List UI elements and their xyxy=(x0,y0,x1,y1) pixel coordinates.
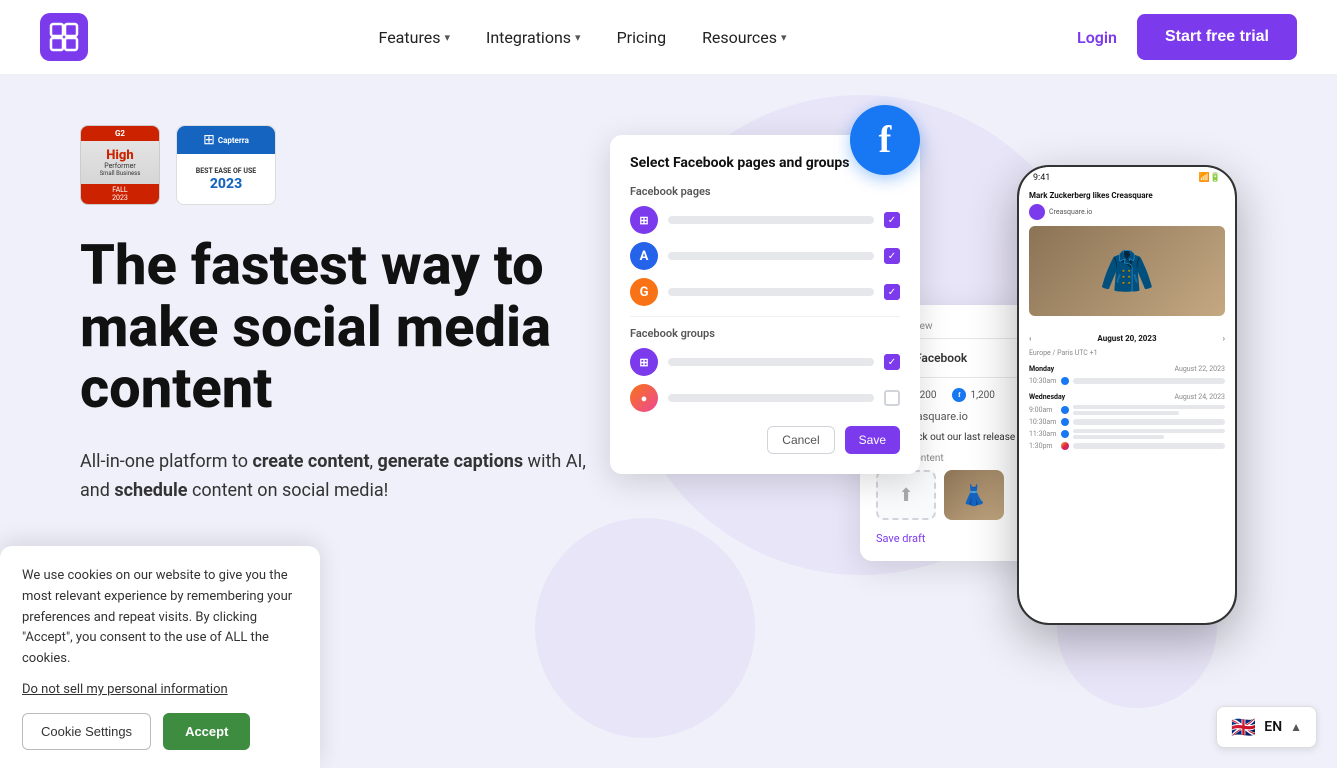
logo[interactable] xyxy=(40,13,88,61)
fb-dot-icon xyxy=(1061,377,1069,385)
calendar-day-wednesday: Wednesday August 24, 2023 9:00am xyxy=(1029,393,1225,450)
trust-badges: G2 High Performer Small Business FALL 20… xyxy=(80,125,600,205)
image-thumbnail: 👗 xyxy=(944,470,1004,520)
chevron-up-icon: ▲ xyxy=(1290,720,1302,734)
language-selector[interactable]: 🇬🇧 EN ▲ xyxy=(1216,706,1317,748)
wednesday-event-4: 1:30pm xyxy=(1029,442,1225,450)
fb-group-bar-1 xyxy=(668,358,874,366)
phone-user-avatar xyxy=(1029,204,1045,220)
language-code: EN xyxy=(1264,719,1282,735)
cookie-settings-button[interactable]: Cookie Settings xyxy=(22,713,151,750)
modal-actions: Cancel Save xyxy=(630,426,900,454)
facebook-pages-modal: Select Facebook pages and groups Faceboo… xyxy=(610,135,920,474)
facebook-icon-circle: f xyxy=(850,105,920,175)
monday-event-1: 10:30am xyxy=(1029,377,1225,385)
fb-dot-icon-4 xyxy=(1061,430,1069,438)
chevron-down-icon: ▾ xyxy=(575,31,581,44)
groups-section-label: Facebook groups xyxy=(630,327,900,340)
fb-page-row-1: ⊞ xyxy=(630,206,900,234)
cookie-text: We use cookies on our website to give yo… xyxy=(22,566,298,670)
fb-page-row-3: G xyxy=(630,278,900,306)
logo-icon xyxy=(40,13,88,61)
photo-icon: 🧥 xyxy=(1100,245,1155,297)
phone-statusbar: 9:41 📶🔋 xyxy=(1019,167,1235,185)
phone-screen: 9:41 📶🔋 Mark Zuckerberg likes Creasquare… xyxy=(1019,167,1235,623)
trial-button[interactable]: Start free trial xyxy=(1137,14,1297,60)
hero-left: G2 High Performer Small Business FALL 20… xyxy=(80,125,600,537)
timezone-label: Europe / Paris UTC +1 xyxy=(1029,349,1225,357)
phone-username: Creasquare.io xyxy=(1049,208,1092,216)
save-draft-button[interactable]: Save draft xyxy=(876,532,925,545)
capterra-badge: ⊞ Capterra BEST EASE OF USE 2023 xyxy=(176,125,276,205)
phone-calendar: ‹ August 20, 2023 › Europe / Paris UTC +… xyxy=(1019,328,1235,464)
platform-name: Facebook xyxy=(915,351,967,365)
flag-icon: 🇬🇧 xyxy=(1231,715,1256,739)
calendar-month: August 20, 2023 xyxy=(1097,334,1156,343)
fb-page-check-1[interactable] xyxy=(884,212,900,228)
comments-stat: f 1,200 xyxy=(952,388,994,402)
phone-mockup: 9:41 📶🔋 Mark Zuckerberg likes Creasquare… xyxy=(1017,165,1237,625)
g2-badge: G2 High Performer Small Business FALL 20… xyxy=(80,125,160,205)
nav-links: Features ▾ Integrations ▾ Pricing Resour… xyxy=(379,28,787,47)
phone-post-content: Mark Zuckerberg likes Creasquare Creasqu… xyxy=(1019,185,1235,328)
chevron-down-icon: ▾ xyxy=(781,31,787,44)
fb-group-row-2: ● xyxy=(630,384,900,412)
calendar-header: ‹ August 20, 2023 › xyxy=(1029,334,1225,343)
cookie-buttons: Cookie Settings Accept xyxy=(22,713,298,750)
nav-actions: Login Start free trial xyxy=(1077,14,1297,60)
calendar-day-monday: Monday August 22, 2023 10:30am xyxy=(1029,365,1225,385)
navbar: Features ▾ Integrations ▾ Pricing Resour… xyxy=(0,0,1337,75)
fb-page-check-3[interactable] xyxy=(884,284,900,300)
nav-resources[interactable]: Resources ▾ xyxy=(702,28,786,47)
fb-page-row-2: A xyxy=(630,242,900,270)
hero-subtitle: All-in-one platform to create content, g… xyxy=(80,448,600,506)
fb-group-check-1[interactable] xyxy=(884,354,900,370)
fb-page-check-2[interactable] xyxy=(884,248,900,264)
fb-page-bar-1 xyxy=(668,216,874,224)
fb-group-check-2[interactable] xyxy=(884,390,900,406)
upload-button[interactable]: ⬆ xyxy=(876,470,936,520)
wednesday-event-1: 9:00am xyxy=(1029,405,1225,415)
do-not-sell-link[interactable]: Do not sell my personal information xyxy=(22,682,298,697)
fb-page-avatar-2: A xyxy=(630,242,658,270)
fb-page-avatar-3: G xyxy=(630,278,658,306)
upload-icon: ⬆ xyxy=(898,485,913,506)
wednesday-event-2: 10:30am xyxy=(1029,418,1225,426)
nav-integrations[interactable]: Integrations ▾ xyxy=(486,28,581,47)
wednesday-event-3: 11:30am xyxy=(1029,429,1225,439)
hero-right: f Select Facebook pages and groups Faceb… xyxy=(600,125,1257,725)
cookie-accept-button[interactable]: Accept xyxy=(163,713,250,750)
fb-page-avatar-1: ⊞ xyxy=(630,206,658,234)
save-button[interactable]: Save xyxy=(845,426,900,454)
phone-user-row: Creasquare.io xyxy=(1029,204,1225,220)
chevron-down-icon: ▾ xyxy=(444,31,450,44)
phone-post-image: 🧥 xyxy=(1029,226,1225,316)
nav-pricing[interactable]: Pricing xyxy=(617,28,667,47)
hero-title: The fastest way to make social media con… xyxy=(80,235,600,420)
fb-group-row-1: ⊞ xyxy=(630,348,900,376)
nav-features[interactable]: Features ▾ xyxy=(379,28,450,47)
login-button[interactable]: Login xyxy=(1077,28,1117,47)
fb-page-bar-2 xyxy=(668,252,874,260)
fb-icon-2: f xyxy=(952,388,966,402)
fb-page-bar-3 xyxy=(668,288,874,296)
pages-section-label: Facebook pages xyxy=(630,185,900,198)
fb-dot-icon-2 xyxy=(1061,406,1069,414)
cookie-banner: We use cookies on our website to give yo… xyxy=(0,546,320,768)
phone-post-title: Mark Zuckerberg likes Creasquare xyxy=(1029,191,1225,200)
modal-divider xyxy=(630,316,900,317)
prev-month-icon[interactable]: ‹ xyxy=(1029,334,1031,343)
cancel-button[interactable]: Cancel xyxy=(767,426,834,454)
fb-dot-icon-3 xyxy=(1061,418,1069,426)
capterra-icon: ⊞ xyxy=(203,132,215,148)
ig-dot-icon xyxy=(1061,442,1069,450)
fb-group-avatar-1: ⊞ xyxy=(630,348,658,376)
fb-group-bar-2 xyxy=(668,394,874,402)
next-month-icon[interactable]: › xyxy=(1223,334,1225,343)
fb-group-avatar-2: ● xyxy=(630,384,658,412)
